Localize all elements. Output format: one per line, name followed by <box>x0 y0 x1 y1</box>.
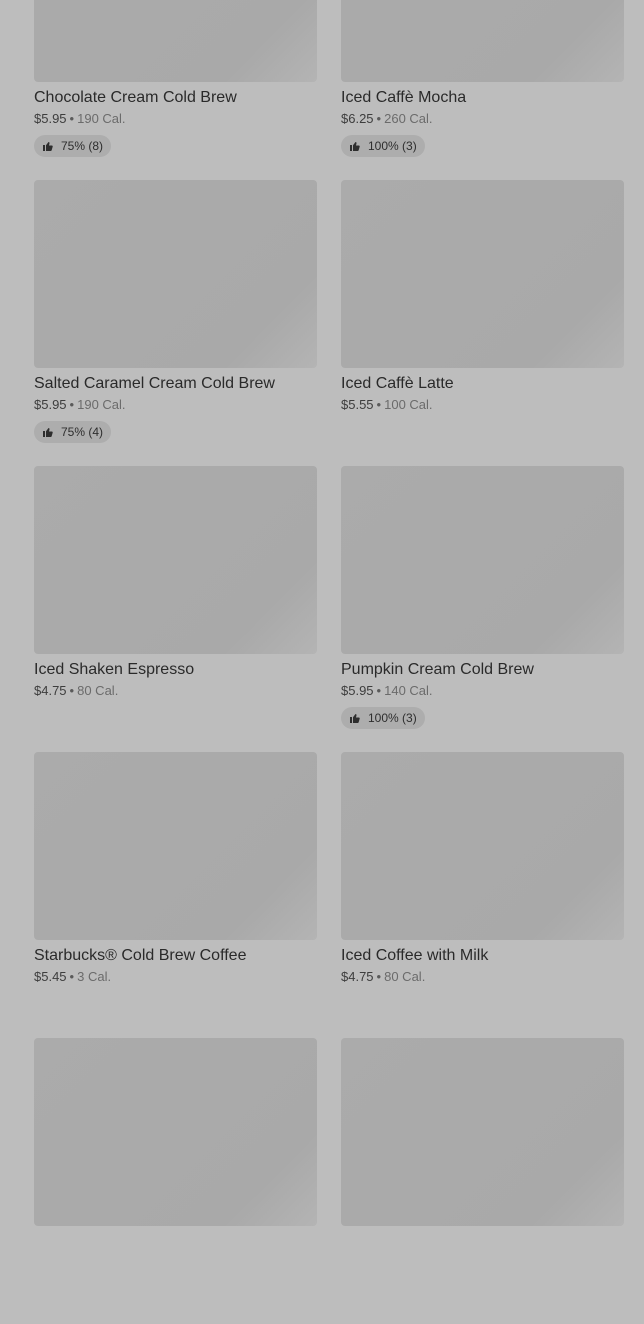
menu-item-image[interactable] <box>34 752 317 940</box>
menu-item-card[interactable]: Iced Coffee with Milk $4.75 • 80 Cal. <box>341 752 624 1038</box>
menu-item-image[interactable] <box>341 466 624 654</box>
thumbs-up-icon <box>350 142 360 151</box>
menu-item-name: Iced Caffè Latte <box>341 375 454 392</box>
thumbs-up-icon <box>43 428 53 437</box>
menu-item-price: $5.95 <box>34 397 67 412</box>
meta-separator: • <box>376 969 382 984</box>
thumbs-up-icon <box>350 714 360 723</box>
rating-badge: 100% (3) <box>341 707 425 729</box>
menu-item-name: Iced Shaken Espresso <box>34 661 195 678</box>
meta-separator: • <box>376 683 382 698</box>
menu-item-card[interactable]: Chocolate Cream Cold Brew $5.95 • 190 Cal.… <box>34 0 317 180</box>
menu-item-name: Chocolate Cream Cold Brew <box>34 89 237 106</box>
menu-item-meta: $5.95 • 190 Cal. <box>34 395 317 415</box>
meta-separator: • <box>69 397 75 412</box>
rating-text: 75% (4) <box>61 425 104 439</box>
menu-item-calories: 3 Cal. <box>77 969 112 984</box>
menu-item-meta: $5.55 • 100 Cal. <box>341 395 624 415</box>
menu-item-name: Salted Caramel Cream Cold Brew <box>34 375 275 392</box>
menu-item-price: $5.95 <box>341 683 374 698</box>
menu-item-meta: $6.25 • 260 Cal. <box>341 109 624 129</box>
rating-badge: 75% (4) <box>34 421 112 443</box>
menu-item-calories: 140 Cal. <box>384 683 433 698</box>
menu-item-card[interactable]: Iced Caffè Mocha $6.25 • 260 Cal. 100% (3) <box>341 0 624 180</box>
menu-item-meta: $5.95 • 190 Cal. <box>34 109 317 129</box>
menu-item-meta: $5.95 • 140 Cal. <box>341 681 624 701</box>
menu-item-name: Pumpkin Cream Cold Brew <box>341 661 534 678</box>
menu-item-price: $5.45 <box>34 969 67 984</box>
menu-item-meta: $5.45 • 3 Cal. <box>34 967 317 987</box>
meta-separator: • <box>376 397 382 412</box>
menu-item-image[interactable] <box>34 466 317 654</box>
menu-item-price: $5.55 <box>341 397 374 412</box>
menu-item-name: Iced Caffè Mocha <box>341 89 467 106</box>
menu-item-card[interactable]: Pumpkin Cream Cold Brew $5.95 • 140 Cal. 1… <box>341 466 624 752</box>
rating-badge: 75% (8) <box>34 135 112 157</box>
menu-item-card[interactable]: Iced Shaken Espresso $4.75 • 80 Cal. <box>34 466 317 752</box>
menu-item-calories: 80 Cal. <box>384 969 426 984</box>
meta-separator: • <box>376 111 382 126</box>
menu-item-grid: Chocolate Cream Cold Brew $5.95 • 190 Cal.… <box>34 0 624 1324</box>
thumbs-up-icon <box>43 142 53 151</box>
menu-item-price: $6.25 <box>341 111 374 126</box>
menu-item-name: Iced Coffee with Milk <box>341 947 489 964</box>
menu-item-price: $4.75 <box>34 683 67 698</box>
menu-item-image[interactable] <box>341 752 624 940</box>
menu-item-image[interactable] <box>341 1038 624 1226</box>
meta-separator: • <box>69 111 75 126</box>
rating-text: 100% (3) <box>368 711 417 725</box>
rating-text: 100% (3) <box>368 139 417 153</box>
menu-item-image[interactable] <box>341 180 624 368</box>
menu-item-card[interactable] <box>341 1038 624 1324</box>
menu-item-image[interactable] <box>34 180 317 368</box>
menu-item-meta: $4.75 • 80 Cal. <box>341 967 624 987</box>
menu-item-name: Starbucks® Cold Brew Coffee <box>34 947 247 964</box>
menu-item-card[interactable]: Iced Caffè Latte $5.55 • 100 Cal. <box>341 180 624 466</box>
meta-separator: • <box>69 969 75 984</box>
menu-item-calories: 260 Cal. <box>384 111 433 126</box>
menu-item-calories: 190 Cal. <box>77 111 126 126</box>
menu-item-card[interactable]: Salted Caramel Cream Cold Brew $5.95 • 190… <box>34 180 317 466</box>
rating-badge: 100% (3) <box>341 135 425 157</box>
meta-separator: • <box>69 683 75 698</box>
menu-item-image[interactable] <box>34 0 317 82</box>
menu-item-price: $4.75 <box>341 969 374 984</box>
menu-item-price: $5.95 <box>34 111 67 126</box>
menu-item-calories: 190 Cal. <box>77 397 126 412</box>
menu-item-image[interactable] <box>341 0 624 82</box>
menu-item-meta: $4.75 • 80 Cal. <box>34 681 317 701</box>
rating-text: 75% (8) <box>61 139 104 153</box>
menu-item-calories: 80 Cal. <box>77 683 119 698</box>
menu-item-card[interactable]: Starbucks® Cold Brew Coffee $5.45 • 3 Cal. <box>34 752 317 1038</box>
menu-item-card[interactable] <box>34 1038 317 1324</box>
menu-item-calories: 100 Cal. <box>384 397 433 412</box>
menu-item-image[interactable] <box>34 1038 317 1226</box>
